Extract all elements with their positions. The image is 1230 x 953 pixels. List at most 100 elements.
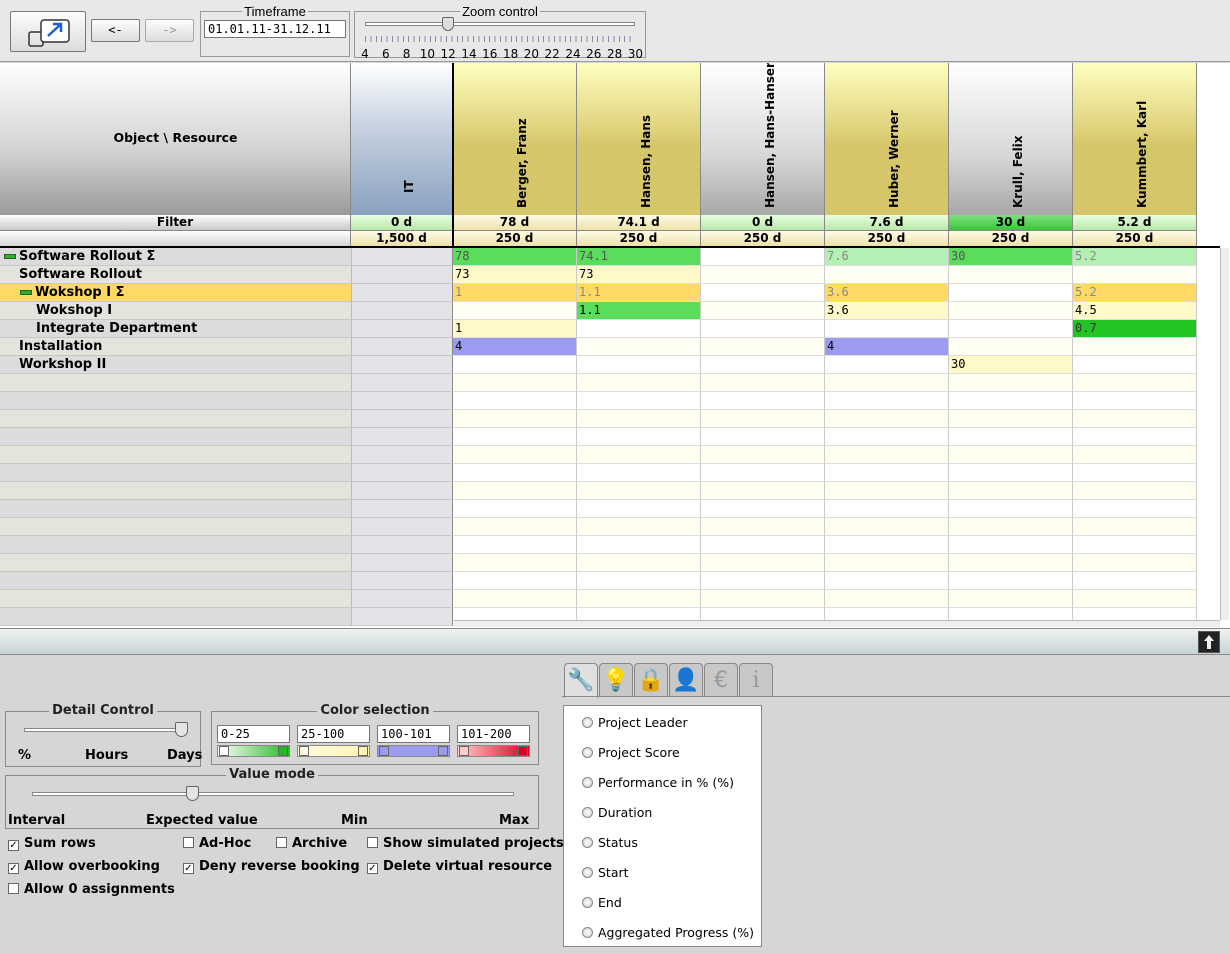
value-cell[interactable] — [825, 320, 949, 338]
table-row[interactable]: Workshop II 30 — [0, 356, 1198, 374]
collapse-marker-icon[interactable] — [20, 290, 32, 295]
radio-icon[interactable] — [582, 717, 593, 728]
tab-wrench[interactable]: 🔧 — [564, 663, 598, 698]
resource-header[interactable]: Hansen, Hans — [577, 63, 701, 215]
row-label[interactable]: Integrate Department — [0, 320, 351, 338]
forward-button[interactable]: -> — [145, 19, 194, 42]
option-checkbox[interactable]: ✓ Deny reverse booking — [183, 860, 360, 874]
color-handle-left[interactable] — [379, 746, 389, 756]
checkmark-icon[interactable]: ✓ — [183, 863, 194, 874]
value-cell[interactable]: 30 — [949, 356, 1073, 374]
value-cell[interactable]: 7.6 — [825, 248, 949, 266]
checkmark-icon[interactable]: ✓ — [367, 863, 378, 874]
value-mode-slider[interactable] — [32, 792, 514, 796]
radio-icon[interactable] — [582, 867, 593, 878]
table-row[interactable]: Software Rollout 73 73 — [0, 266, 1198, 284]
color-gradient-bar[interactable] — [377, 745, 450, 757]
resource-header[interactable]: Hansen, Hans-Hansen — [701, 63, 825, 215]
it-cell[interactable] — [351, 284, 453, 302]
value-cell[interactable]: 1.1 — [577, 284, 701, 302]
color-handle-left[interactable] — [299, 746, 309, 756]
value-cell[interactable] — [701, 302, 825, 320]
value-cell[interactable]: 4 — [825, 338, 949, 356]
table-row[interactable]: Software Rollout Σ 78 74.1 7.6 30 5.2 — [0, 248, 1198, 266]
option-radio[interactable]: Project Leader — [582, 715, 688, 730]
tab-lightbulb[interactable]: 💡 — [599, 663, 633, 697]
collapse-panel-button[interactable] — [1198, 631, 1220, 653]
timeframe-input[interactable] — [204, 20, 346, 38]
radio-icon[interactable] — [582, 837, 593, 848]
value-cell[interactable] — [949, 302, 1073, 320]
tab-euro[interactable]: € — [704, 663, 738, 697]
checkbox-empty-icon[interactable] — [367, 837, 378, 848]
option-radio[interactable]: Performance in % (%) — [582, 775, 734, 790]
value-cell[interactable] — [1073, 338, 1197, 356]
resource-header[interactable]: Krull, Felix — [949, 63, 1073, 215]
tab-lock[interactable]: 🔒 — [634, 663, 668, 697]
value-cell[interactable] — [701, 248, 825, 266]
it-group-header[interactable]: IT — [351, 63, 453, 215]
table-row[interactable]: Wokshop I Σ 1 1.1 3.6 5.2 — [0, 284, 1198, 302]
row-label[interactable]: Workshop II — [0, 356, 351, 374]
radio-icon[interactable] — [582, 897, 593, 908]
resource-header[interactable]: Kummbert, Karl — [1073, 63, 1197, 215]
option-radio[interactable]: Project Score — [582, 745, 680, 760]
zoom-slider-thumb[interactable] — [442, 17, 454, 31]
row-label[interactable]: Wokshop I — [0, 302, 351, 320]
value-cell[interactable] — [453, 356, 577, 374]
value-cell[interactable]: 74.1 — [577, 248, 701, 266]
row-label[interactable]: Software Rollout Σ — [0, 248, 351, 266]
value-cell[interactable] — [1073, 266, 1197, 284]
it-cell[interactable] — [351, 302, 453, 320]
color-gradient-bar[interactable] — [457, 745, 530, 757]
back-button[interactable]: <- — [91, 19, 140, 42]
value-cell[interactable]: 1 — [453, 284, 577, 302]
radio-icon[interactable] — [582, 807, 593, 818]
checkbox-empty-icon[interactable] — [8, 883, 19, 894]
checkmark-icon[interactable]: ✓ — [8, 863, 19, 874]
table-row[interactable]: Integrate Department 1 0.7 — [0, 320, 1198, 338]
value-cell[interactable] — [701, 266, 825, 284]
option-checkbox[interactable]: Allow 0 assignments — [8, 883, 175, 897]
color-handle-right[interactable] — [438, 746, 448, 756]
it-cell[interactable] — [351, 266, 453, 284]
value-cell[interactable]: 30 — [949, 248, 1073, 266]
value-cell[interactable] — [453, 302, 577, 320]
option-radio[interactable]: Duration — [582, 805, 652, 820]
value-cell[interactable]: 3.6 — [825, 284, 949, 302]
value-cell[interactable] — [949, 266, 1073, 284]
radio-icon[interactable] — [582, 927, 593, 938]
row-label[interactable]: Software Rollout — [0, 266, 351, 284]
color-handle-left[interactable] — [219, 746, 229, 756]
color-range-input[interactable] — [217, 725, 290, 743]
option-radio[interactable]: Aggregated Progress (%) — [582, 925, 754, 940]
vertical-scrollbar[interactable] — [1220, 248, 1229, 620]
value-mode-slider-thumb[interactable] — [186, 786, 199, 801]
zoom-slider[interactable] — [365, 22, 635, 26]
color-handle-right[interactable] — [358, 746, 368, 756]
option-radio[interactable]: Start — [582, 865, 629, 880]
value-cell[interactable]: 1 — [453, 320, 577, 338]
value-cell[interactable]: 4.5 — [1073, 302, 1197, 320]
value-cell[interactable] — [825, 356, 949, 374]
value-cell[interactable]: 78 — [453, 248, 577, 266]
collapse-marker-icon[interactable] — [4, 254, 16, 259]
option-checkbox[interactable]: Archive — [276, 837, 347, 851]
color-gradient-bar[interactable] — [297, 745, 370, 757]
color-range-input[interactable] — [377, 725, 450, 743]
checkbox-empty-icon[interactable] — [276, 837, 287, 848]
panel-splitter[interactable] — [0, 628, 1230, 655]
it-cell[interactable] — [351, 320, 453, 338]
value-cell[interactable] — [949, 338, 1073, 356]
value-cell[interactable]: 73 — [453, 266, 577, 284]
detach-window-button[interactable] — [10, 11, 86, 52]
option-checkbox[interactable]: Show simulated projects — [367, 837, 564, 851]
value-cell[interactable] — [701, 356, 825, 374]
color-range-input[interactable] — [297, 725, 370, 743]
value-cell[interactable]: 5.2 — [1073, 284, 1197, 302]
color-handle-right[interactable] — [278, 746, 288, 756]
tab-info[interactable]: i — [739, 663, 773, 697]
color-gradient-bar[interactable] — [217, 745, 290, 757]
resource-header[interactable]: Huber, Werner — [825, 63, 949, 215]
radio-icon[interactable] — [582, 777, 593, 788]
